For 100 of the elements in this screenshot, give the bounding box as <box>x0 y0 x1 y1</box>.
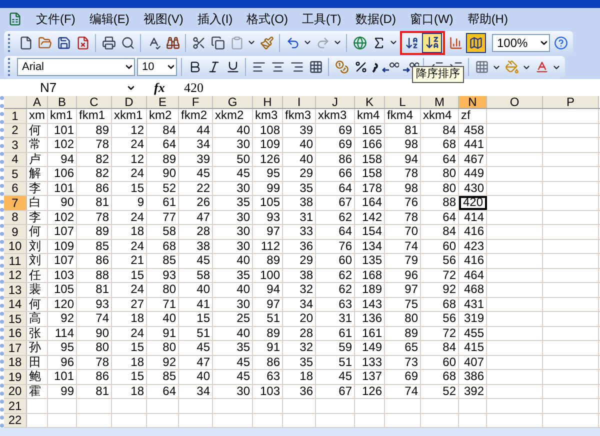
table-cell: 80 <box>147 341 179 354</box>
menu-item[interactable]: 视图(V) <box>143 10 184 28</box>
column-header[interactable]: H <box>253 96 283 108</box>
table-cell: 89 <box>77 225 112 238</box>
column-header[interactable]: I <box>283 96 316 108</box>
table-cell: 105 <box>48 283 77 296</box>
table-cell: 107 <box>48 225 77 238</box>
column-title-cell: fkm2 <box>179 109 213 122</box>
table-cell: 25 <box>213 312 253 326</box>
table-cell: 105 <box>253 196 283 210</box>
caret-icon[interactable] <box>124 62 134 72</box>
column-header[interactable]: E <box>147 96 179 108</box>
row-header[interactable]: 16 <box>4 326 27 340</box>
menu-item[interactable]: 窗口(W) <box>410 10 454 28</box>
column-header[interactable]: K <box>355 96 385 108</box>
table-cell: 鲍 <box>27 370 48 384</box>
borders-icon[interactable] <box>473 58 490 76</box>
fill-color-icon[interactable] <box>503 58 520 76</box>
table-cell: 40 <box>283 152 316 166</box>
print-icon[interactable] <box>100 34 117 52</box>
format-painter-icon[interactable] <box>258 34 275 52</box>
row-header[interactable]: 21 <box>4 399 27 412</box>
table-cell: 86 <box>316 152 355 166</box>
table-cell: 24 <box>112 326 147 340</box>
table-cell: 64 <box>421 152 459 166</box>
menu-item[interactable]: 编辑(E) <box>89 10 130 28</box>
font-dropdown[interactable]: Arial <box>17 58 135 76</box>
column-header[interactable]: J <box>316 96 355 108</box>
row-header[interactable]: 7 <box>4 196 27 210</box>
menu-item[interactable]: 工具(T) <box>302 10 342 28</box>
menu-item[interactable]: 插入(I) <box>197 10 233 28</box>
row-header[interactable]: 10 <box>4 240 27 253</box>
sort-descending-button[interactable] <box>422 32 442 52</box>
copy-icon[interactable] <box>209 34 226 52</box>
row-header[interactable]: 9 <box>4 225 27 238</box>
row-header[interactable]: 11 <box>4 254 27 268</box>
comma-style-icon[interactable] <box>371 61 379 73</box>
menu-item[interactable]: 格式(O) <box>246 10 288 28</box>
spreadsheet-icon[interactable] <box>8 12 22 26</box>
name-box[interactable]: N7 <box>0 80 140 96</box>
table-cell: 82 <box>77 152 112 166</box>
table-cell: 34 <box>179 138 213 152</box>
menu-item[interactable]: 数据(D) <box>355 10 396 28</box>
column-title-cell: km1 <box>48 109 77 122</box>
zoom-dropdown[interactable]: 100% <box>492 34 550 52</box>
row-header[interactable]: 2 <box>4 124 27 137</box>
row-header[interactable]: 19 <box>4 370 27 384</box>
table-cell: 386 <box>459 370 487 384</box>
table-cell: 166 <box>355 138 385 152</box>
column-header[interactable]: B <box>48 96 77 108</box>
column-header[interactable]: L <box>385 96 421 108</box>
table-cell: 407 <box>459 356 487 369</box>
column-header[interactable]: M <box>421 96 459 108</box>
row-header[interactable]: 4 <box>4 152 27 166</box>
font-size-dropdown[interactable]: 10 <box>137 58 177 76</box>
row-header[interactable]: 13 <box>4 283 27 296</box>
row-header[interactable]: 8 <box>4 210 27 224</box>
row-header[interactable]: 5 <box>4 167 27 180</box>
column-title-cell: xkm4 <box>421 109 459 122</box>
row-header[interactable]: 3 <box>4 138 27 152</box>
column-header[interactable]: A <box>27 96 48 108</box>
row-header[interactable]: 20 <box>4 384 27 398</box>
table-cell: 卢 <box>27 152 48 166</box>
row-header[interactable]: 17 <box>4 341 27 354</box>
currency-icon[interactable] <box>333 58 350 76</box>
column-header[interactable]: D <box>112 96 147 108</box>
row-header[interactable]: 18 <box>4 356 27 369</box>
menu-item[interactable]: 帮助(H) <box>467 10 508 28</box>
table-cell: 81 <box>77 196 112 210</box>
help-icon[interactable] <box>552 34 569 52</box>
column-header[interactable]: F <box>179 96 213 108</box>
table-cell: 100 <box>253 268 283 282</box>
merge-center-icon[interactable] <box>307 58 324 76</box>
menu-item[interactable]: 文件(F) <box>36 10 76 28</box>
table-cell: 84 <box>421 225 459 238</box>
column-header[interactable]: G <box>213 96 253 108</box>
row-header[interactable]: 6 <box>4 182 27 195</box>
column-header[interactable]: C <box>77 96 112 108</box>
column-header[interactable]: O <box>487 96 543 108</box>
column-title-cell: xm <box>27 109 48 122</box>
table-cell: 106 <box>48 167 77 180</box>
drawing-button[interactable] <box>466 32 486 52</box>
row-header[interactable]: 22 <box>4 414 27 427</box>
table-cell: 69 <box>316 138 355 152</box>
hyperlink-icon[interactable] <box>351 34 368 52</box>
table-cell: 15 <box>112 341 147 354</box>
table-cell: 126 <box>253 152 283 166</box>
caret-icon[interactable] <box>166 62 176 72</box>
column-header[interactable]: P <box>543 96 599 108</box>
row-header[interactable]: 1 <box>4 109 27 122</box>
row-header[interactable]: 14 <box>4 298 27 311</box>
table-cell: 36 <box>283 384 316 398</box>
column-header[interactable]: N <box>459 96 487 108</box>
table-cell: 65 <box>385 341 421 354</box>
row-header[interactable]: 12 <box>4 268 27 282</box>
row-header[interactable]: 15 <box>4 312 27 326</box>
table-cell: 97 <box>253 225 283 238</box>
table-cell: 12 <box>112 152 147 166</box>
table-cell: 61 <box>316 326 355 340</box>
table-cell: 96 <box>48 356 77 369</box>
